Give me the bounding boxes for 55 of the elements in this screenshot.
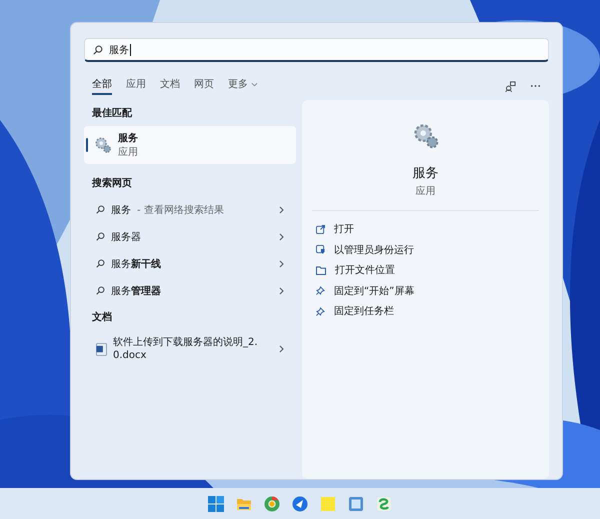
app-icon[interactable] bbox=[376, 496, 392, 512]
chevron-down-icon bbox=[251, 82, 258, 86]
action-item[interactable]: 以管理员身份运行 bbox=[302, 240, 549, 260]
search-field[interactable]: 服务 bbox=[84, 38, 549, 62]
app-name: 服务 bbox=[118, 132, 138, 145]
browser-icon[interactable] bbox=[264, 496, 280, 512]
web-search-item[interactable]: 服务管理器 bbox=[84, 277, 296, 304]
filter-tab[interactable]: 文档 bbox=[160, 77, 180, 95]
gears-icon bbox=[412, 122, 440, 150]
pin-icon bbox=[316, 286, 325, 296]
search-icon bbox=[96, 259, 105, 268]
action-item[interactable]: 打开文件位置 bbox=[302, 260, 549, 280]
chevron-right-icon bbox=[279, 345, 284, 353]
search-suggestion: 服务 bbox=[111, 204, 131, 216]
pin-icon bbox=[316, 306, 325, 316]
document-icon bbox=[96, 342, 107, 356]
action-item[interactable]: 固定到任务栏 bbox=[302, 301, 549, 322]
chevron-right-icon bbox=[279, 232, 284, 240]
app-type: 应用 bbox=[118, 146, 138, 159]
shield-window-icon bbox=[316, 245, 325, 254]
filter-tab[interactable]: 网页 bbox=[194, 77, 214, 95]
filter-tab[interactable]: 全部 bbox=[92, 77, 112, 95]
section-heading: 最佳匹配 bbox=[91, 106, 133, 121]
section-heading: 搜索网页 bbox=[90, 176, 133, 191]
app-icon[interactable] bbox=[292, 496, 308, 512]
search-suggestion: 服务管理器 bbox=[111, 284, 161, 298]
filter-tab[interactable]: 应用 bbox=[126, 77, 146, 95]
search-icon bbox=[96, 286, 105, 295]
search-icon bbox=[93, 44, 103, 54]
app-type: 应用 bbox=[416, 184, 436, 198]
section-heading: 文档 bbox=[91, 310, 113, 325]
search-icon bbox=[96, 205, 105, 214]
web-search-item[interactable]: 服务器 bbox=[84, 223, 296, 250]
action-item[interactable]: 固定到“开始”屏幕 bbox=[302, 280, 549, 301]
open-icon bbox=[316, 224, 325, 234]
document-item[interactable]: 软件上传到下载服务器的说明_2.0.docx bbox=[84, 330, 296, 368]
chevron-right-icon bbox=[279, 286, 284, 294]
start-icon[interactable] bbox=[208, 496, 224, 512]
folder-icon bbox=[316, 266, 326, 275]
best-match-item[interactable]: 服务 应用 bbox=[84, 126, 296, 164]
app-name: 服务 bbox=[412, 165, 438, 182]
app-icon[interactable] bbox=[348, 496, 364, 512]
suggestion-hint: - 查看网络搜索结果 bbox=[137, 204, 224, 216]
web-search-item[interactable]: 服务新干线 bbox=[84, 250, 296, 277]
filter-tab[interactable]: 更多 bbox=[228, 77, 258, 95]
search-suggestion: 服务新干线 bbox=[111, 257, 161, 270]
search-icon bbox=[96, 232, 105, 241]
document-name: 软件上传到下载服务器的说明_2.0.docx bbox=[113, 336, 259, 362]
search-suggestion: 服务器 bbox=[111, 230, 141, 244]
gears-icon bbox=[94, 136, 112, 154]
chevron-right-icon bbox=[279, 260, 284, 268]
chevron-right-icon bbox=[279, 206, 284, 214]
action-item[interactable]: 打开 bbox=[302, 219, 549, 240]
web-search-item[interactable]: 服务 - 查看网络搜索结果 bbox=[84, 196, 296, 223]
more-icon[interactable] bbox=[530, 84, 541, 88]
